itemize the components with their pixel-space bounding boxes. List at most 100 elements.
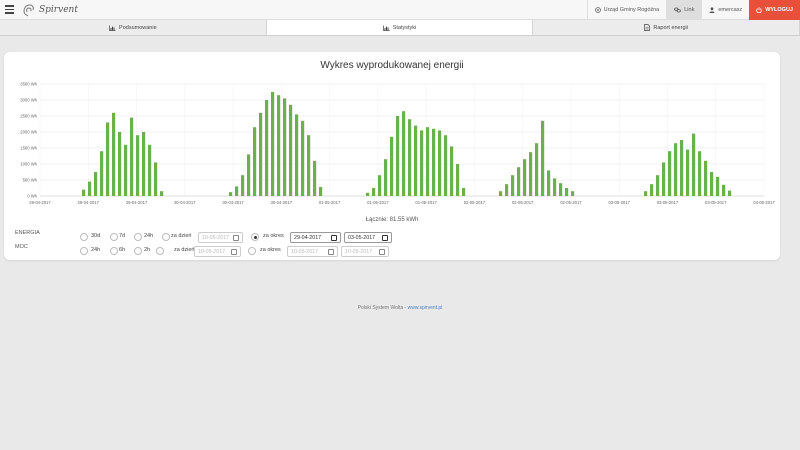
energia-7d-radio[interactable] (110, 233, 118, 241)
energy-bar (112, 112, 116, 196)
energy-bar (674, 143, 678, 196)
energy-bar (535, 143, 539, 196)
date-value: 10-05-2017 (345, 248, 373, 255)
moc-label: MOC (15, 244, 28, 250)
energy-bar (517, 167, 521, 196)
x-tick-label: 02-05-2017 (464, 200, 486, 205)
energy-bar (148, 144, 152, 196)
y-tick-label: 3500 Wh (20, 82, 37, 87)
energy-bar (414, 125, 418, 196)
energy-bar (420, 130, 424, 196)
energia-za-okres-label: za okres (263, 233, 284, 239)
energy-bar (499, 191, 503, 196)
energy-bar (100, 151, 104, 196)
energia-30d-radio[interactable] (80, 233, 88, 241)
moc-2h-radio[interactable] (134, 247, 142, 255)
x-tick-label: 29-04-2017 (78, 200, 100, 205)
date-value: 10-05-2017 (291, 248, 319, 255)
footer-link[interactable]: www.spirvent.pl (408, 305, 443, 311)
moc-to-date-input[interactable]: 10-05-2017 (341, 246, 389, 257)
date-value: 29-04-2017 (294, 234, 322, 241)
total-energy: Łącznie: 81.55 kWh (365, 217, 419, 223)
username: emercasz (718, 7, 743, 13)
energia-day-date-input[interactable]: 10-05-2017 (198, 232, 243, 243)
x-tick-label: 30-04-2017 (271, 200, 293, 205)
moc-2h-label: 2h (144, 247, 151, 253)
moc-za-okres-radio[interactable] (248, 247, 256, 255)
energy-bar (728, 190, 732, 196)
tab-statystyki[interactable]: Statystyki (266, 20, 534, 35)
energia-za-okres-radio[interactable] (251, 233, 259, 241)
y-tick-label: 500 Wh (23, 178, 38, 183)
moc-24h-radio[interactable] (80, 247, 88, 255)
energy-bar (289, 104, 293, 196)
tab-raport-energii[interactable]: Raport energii (533, 20, 800, 35)
tab-podsumowanie[interactable]: Podsumowanie (0, 20, 267, 35)
energy-bar (241, 175, 245, 196)
energy-bar-chart: 0 Wh 500 Wh 1000 Wh 1500 Wh 2000 Wh 2500 Wh 30… (20, 82, 775, 206)
footer: Polski System Wolta - www.spirvent.pl (0, 305, 800, 311)
moc-day-date-input[interactable]: 10-05-2017 (194, 246, 241, 257)
x-tick-label: 01-05-2017 (367, 200, 389, 205)
moc-from-date-input[interactable]: 10-05-2017 (287, 246, 338, 257)
link-button[interactable]: Link (666, 0, 702, 20)
logout-button[interactable]: WYLOGUJ (749, 0, 800, 20)
user-menu[interactable]: emercasz (701, 0, 749, 20)
energia-24h-radio[interactable] (134, 233, 142, 241)
energy-bar (396, 116, 400, 196)
energy-bar (432, 128, 436, 196)
energy-bar (142, 132, 146, 196)
energy-bar (253, 127, 257, 196)
calendar-icon (231, 249, 237, 255)
y-tick-label: 3000 Wh (20, 98, 37, 103)
energy-bar (680, 140, 684, 196)
energia-from-date-input[interactable]: 29-04-2017 (290, 232, 341, 243)
energy-bar (662, 162, 666, 196)
energia-za-dzien-radio[interactable] (162, 233, 170, 241)
energia-7d-label: 7d (119, 233, 126, 239)
spirvent-logo-icon (23, 4, 34, 17)
energy-bar (644, 191, 648, 196)
energy-bar (541, 120, 545, 196)
date-value: 10-05-2017 (198, 248, 226, 255)
moc-6h-radio[interactable] (110, 247, 118, 255)
y-tick-label: 2000 Wh (20, 130, 37, 135)
energy-bar (547, 170, 551, 196)
energia-30d-label: 30d (91, 233, 101, 239)
energy-bar (710, 172, 714, 196)
tab-label: Podsumowanie (119, 24, 157, 31)
x-tick-label: 01-05-2017 (415, 200, 437, 205)
energy-bar (408, 119, 412, 196)
energy-bar (698, 151, 702, 196)
energy-bar (722, 184, 726, 196)
energy-bar (307, 135, 311, 196)
energy-bar (277, 95, 281, 196)
energia-to-date-input[interactable]: 03-05-2017 (344, 232, 392, 243)
energy-bar (229, 192, 233, 196)
moc-za-dzien-radio[interactable] (156, 247, 164, 255)
x-tick-label: 29-04-2017 (126, 200, 148, 205)
calendar-icon (331, 235, 337, 241)
calendar-icon (382, 235, 388, 241)
energy-bar (523, 159, 527, 196)
energy-bar (456, 164, 460, 196)
energy-bar (301, 120, 305, 196)
moc-24h-label: 24h (91, 247, 101, 253)
energy-bar (650, 184, 654, 196)
x-tick-label: 03-05-2017 (657, 200, 679, 205)
energy-bar (154, 162, 158, 196)
energy-bar (716, 176, 720, 196)
brand-logo[interactable]: Spirvent (22, 2, 78, 18)
hamburger-menu-icon[interactable] (5, 5, 14, 14)
energy-bar (511, 175, 515, 196)
energy-bar (686, 149, 690, 196)
location-link[interactable]: Urząd Gminy Rogóźna (586, 0, 667, 20)
tab-label: Statystyki (392, 24, 417, 31)
energia-24h-label: 24h (144, 233, 154, 239)
energy-bar (106, 122, 110, 196)
y-tick-label: 0 Wh (27, 194, 37, 199)
bar-chart-icon (109, 25, 116, 31)
energy-bar (372, 188, 376, 196)
energy-bar (319, 187, 323, 196)
logout-label: WYLOGUJ (765, 7, 793, 13)
